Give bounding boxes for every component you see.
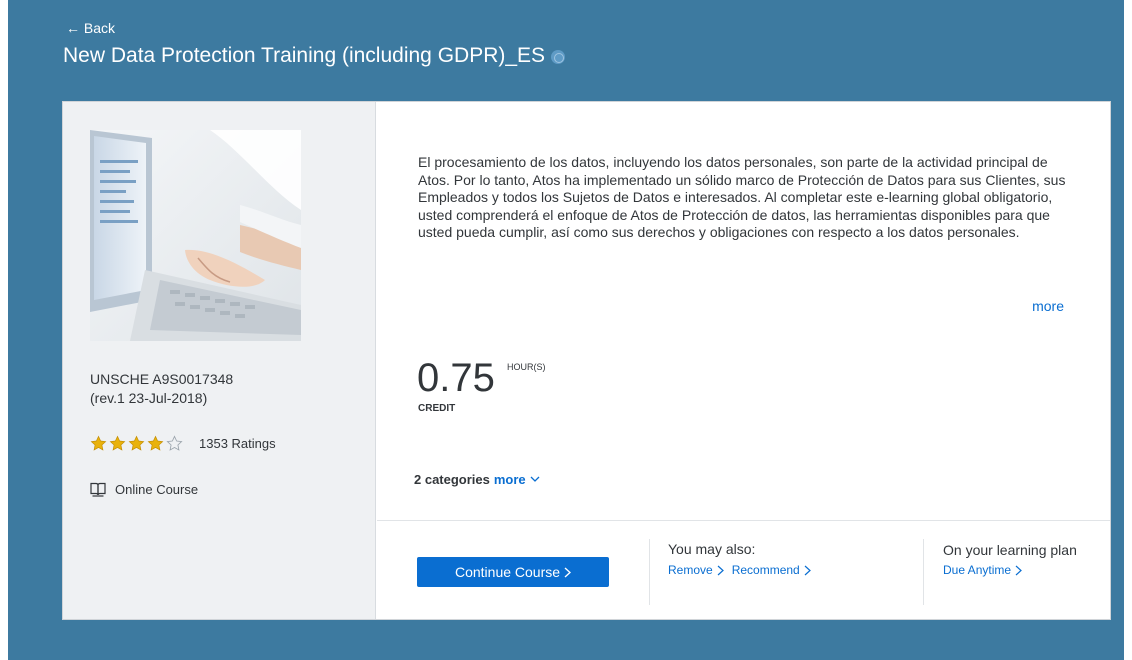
due-date: Due Anytime [943,563,1093,577]
star-filled-icon [128,435,145,451]
globe-icon [551,50,566,64]
due-label: Due Anytime [943,563,1012,577]
credit-value: 0.75 [417,356,495,400]
chevron-down-icon [530,476,540,482]
ratings-count: 1353 Ratings [199,436,276,451]
page-title: New Data Protection Training (including … [63,44,566,68]
star-filled-icon [147,435,164,451]
categories: 2 categories more [414,472,540,487]
categories-more-label: more [493,472,526,487]
course-thumbnail [90,130,301,341]
continue-label: Continue Course [454,564,561,580]
categories-label: 2 categories [414,472,490,487]
course-format: Online Course [90,482,198,497]
star-filled-icon [109,435,126,451]
learning-plan-status: On your learning plan Due Anytime [943,541,1093,577]
course-code: UNSCHE A9S0017348 (rev.1 23-Jul-2018) [90,370,233,408]
remove-label: Remove [668,563,713,577]
star-empty-icon [166,435,183,451]
rating-stars [90,435,185,452]
format-label: Online Course [115,482,199,497]
remove-link[interactable]: Remove [668,563,724,577]
divider [649,539,650,605]
plan-title: On your learning plan [943,542,1077,558]
credit-label: CREDIT [418,403,456,414]
course-actions: Continue Course You may also: Remove Rec… [377,520,1110,621]
recommend-link[interactable]: Recommend [732,563,811,577]
description-more-link[interactable]: more [1032,298,1064,314]
chevron-right-icon [1015,565,1022,575]
course-id: UNSCHE A9S0017348 [90,371,234,387]
categories-more-link[interactable]: more [494,472,540,487]
due-anytime-link[interactable]: Due Anytime [943,563,1022,577]
divider [923,539,924,605]
also-title: You may also: [668,541,756,557]
course-revision: (rev.1 23-Jul-2018) [90,390,208,406]
course-details: El procesamiento de los datos, incluyend… [377,102,1110,619]
course-card: UNSCHE A9S0017348 (rev.1 23-Jul-2018) 13… [62,101,1111,620]
star-filled-icon [90,435,107,451]
course-sidebar: UNSCHE A9S0017348 (rev.1 23-Jul-2018) 13… [63,102,376,619]
course-description: El procesamiento de los datos, incluyend… [418,154,1066,240]
recommend-label: Recommend [731,563,800,577]
course-title: New Data Protection Training (including … [63,44,546,67]
course-rating[interactable]: 1353 Ratings [90,435,276,452]
chevron-right-icon [804,565,811,575]
chevron-right-icon [717,565,724,575]
back-link[interactable]: ← Back [66,20,115,36]
continue-course-button[interactable]: Continue Course [417,557,609,587]
page-background: ← Back New Data Protection Training (inc… [8,0,1124,660]
also-options: You may also: Remove Recommend [668,541,811,577]
credit-unit: HOUR(S) [507,362,546,372]
book-icon [90,482,106,497]
chevron-right-icon [564,566,572,578]
also-links: Remove Recommend [668,563,811,577]
